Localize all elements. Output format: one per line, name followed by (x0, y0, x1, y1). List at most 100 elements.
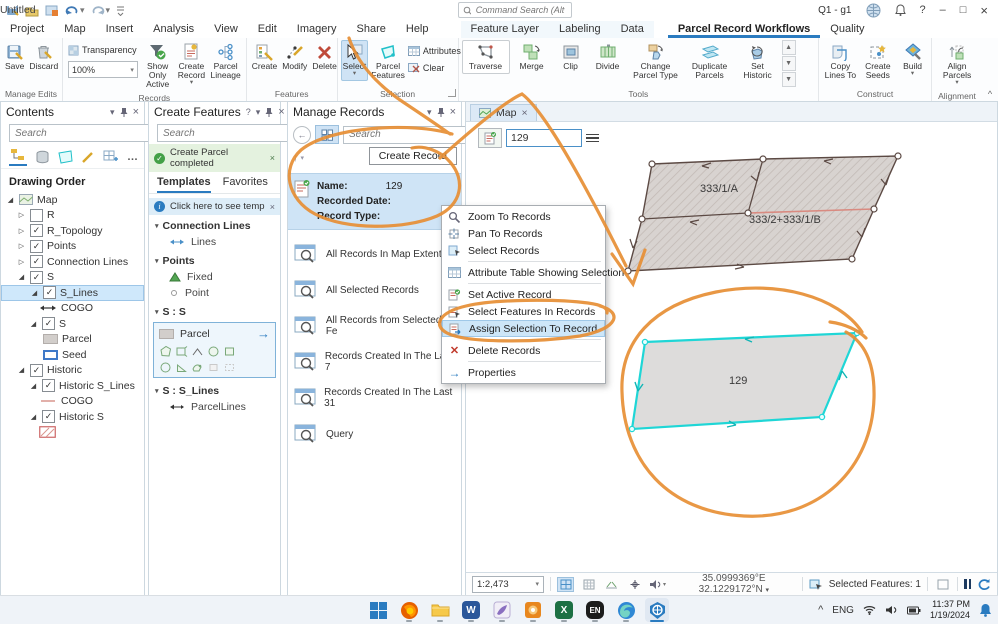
expand-icon[interactable]: ▷ (17, 258, 26, 266)
close-view-icon[interactable]: × (521, 107, 527, 119)
layer-checkbox[interactable]: ✓ (30, 239, 43, 253)
layer-map[interactable]: ◢ Map (1, 192, 144, 208)
taskbar-edge[interactable] (614, 598, 638, 622)
create-record-ribbon-button[interactable]: Create Record ▾ (175, 40, 207, 90)
transparency-value-combo[interactable]: 100% ▾ (67, 61, 138, 78)
clock[interactable]: 11:37 PM 1/19/2024 (930, 599, 970, 621)
expand-icon[interactable]: ◢ (17, 366, 26, 374)
group-s-slines[interactable]: ▾ S : S_Lines (149, 380, 280, 399)
menu-zoom-to-records[interactable]: Zoom To Records (442, 208, 605, 225)
gallery-up-icon[interactable]: ▲ (781, 40, 796, 55)
query-all-records-from-selected-features[interactable]: All Records from Selected Fe (288, 308, 461, 344)
minimize-button[interactable]: – (940, 4, 946, 16)
undo-button[interactable]: ▾ (65, 4, 85, 16)
create-feature-button[interactable]: Create (250, 40, 280, 74)
pin-icon[interactable] (120, 107, 128, 117)
tab-project[interactable]: Project (0, 21, 54, 38)
transparency-toggle[interactable]: Transparency (68, 43, 138, 57)
layer-checkbox[interactable]: ✓ (30, 255, 43, 269)
portal-globe-icon[interactable] (866, 3, 881, 18)
view-records-grid-button[interactable] (315, 125, 339, 144)
parcel-template-card[interactable]: Parcel → (153, 322, 276, 378)
volume-icon[interactable] (885, 605, 898, 615)
query-all-selected-records[interactable]: All Selected Records (288, 272, 461, 308)
tab-imagery[interactable]: Imagery (287, 21, 347, 38)
map-scale-combo[interactable]: 1:2,473 ▾ (472, 575, 544, 593)
template-fixed[interactable]: Fixed (149, 269, 280, 285)
expand-icon[interactable]: ◢ (29, 320, 38, 328)
query-all-records-in-map-extent[interactable]: All Records In Map Extent (288, 236, 461, 272)
layer-checkbox[interactable]: ✓ (30, 270, 43, 284)
polygon-tool-icon[interactable] (159, 345, 172, 358)
duplicate-parcels-button[interactable]: Duplicate Parcels (685, 40, 735, 83)
template-point[interactable]: Point (149, 285, 280, 301)
freehand-tool-icon[interactable] (191, 361, 204, 374)
menu-delete-records[interactable]: ✕ Delete Records (442, 342, 605, 359)
tab-data[interactable]: Data (610, 21, 654, 38)
redo-button[interactable]: ▾ (91, 4, 110, 16)
ellipse-tool-icon[interactable] (159, 361, 172, 374)
layer-checkbox[interactable]: ✓ (30, 363, 43, 377)
tab-quality[interactable]: Quality (820, 21, 874, 38)
tools-gallery-scroll[interactable]: ▲ ▼ ▼ (781, 40, 796, 87)
clear-selection-button[interactable]: Clear (407, 61, 461, 75)
help-icon[interactable]: ? (246, 107, 251, 117)
restore-button[interactable]: □ (960, 4, 967, 16)
selected-features-count[interactable]: Selected Features: 1 (829, 579, 921, 590)
parcel-lineage-button[interactable]: Parcel Lineage (208, 40, 242, 83)
taskbar-file-explorer[interactable] (428, 598, 452, 622)
tab-help[interactable]: Help (396, 21, 439, 38)
contents-search[interactable] (9, 124, 167, 142)
customize-qat-icon[interactable] (116, 5, 125, 16)
tab-view[interactable]: View (204, 21, 248, 38)
rectangle-tool-icon[interactable] (223, 345, 236, 358)
grid-icon[interactable] (580, 577, 597, 592)
layer-s-group[interactable]: ◢ ✓ S (1, 270, 144, 286)
modify-feature-button[interactable]: Modify (280, 40, 309, 74)
start-button[interactable] (366, 598, 390, 622)
autocomplete-tool-icon[interactable] (175, 345, 188, 358)
taskbar-word[interactable]: W (459, 598, 483, 622)
tab-map[interactable]: Map (54, 21, 95, 38)
layer-checkbox[interactable]: ✓ (42, 379, 55, 393)
expand-icon[interactable]: ◢ (29, 382, 38, 390)
expand-icon[interactable]: ◢ (6, 196, 15, 204)
clip-button[interactable]: Clip (554, 40, 588, 74)
copy-lines-to-button[interactable]: Copy Lines To (822, 40, 858, 83)
snapping-toggle-icon[interactable] (557, 576, 574, 592)
query-records-created-last-7[interactable]: Records Created In The Last 7 (288, 344, 461, 380)
command-search[interactable] (458, 2, 572, 18)
divide-button[interactable]: Divide (589, 40, 627, 74)
query-records-created-last-31[interactable]: Records Created In The Last 31 (288, 380, 461, 416)
panel-menu-icon[interactable]: ▾ (427, 107, 432, 118)
language-indicator[interactable]: ENG (832, 605, 854, 616)
collapse-ribbon-button[interactable]: ^ (982, 38, 998, 101)
expand-icon[interactable]: ▷ (17, 227, 26, 235)
list-by-drawing-order-icon[interactable] (9, 148, 27, 166)
list-by-data-source-icon[interactable] (35, 150, 50, 164)
layer-checkbox[interactable]: ✓ (30, 224, 43, 238)
layer-historic-s[interactable]: ◢ ✓ Historic S (1, 409, 144, 425)
tab-insert[interactable]: Insert (96, 21, 144, 38)
battery-icon[interactable] (906, 606, 921, 615)
expand-icon[interactable]: ◢ (30, 289, 39, 297)
more-options-icon[interactable]: … (127, 151, 138, 163)
menu-attribute-table[interactable]: Attribute Table Showing Selection (442, 264, 624, 281)
crosshair-icon[interactable] (626, 577, 643, 592)
list-by-selection-icon[interactable] (58, 150, 73, 164)
back-button[interactable]: ← (293, 125, 311, 144)
expand-icon[interactable]: ▷ (17, 242, 26, 250)
close-button[interactable]: × (980, 3, 988, 18)
group-s-s[interactable]: ▾ S : S (149, 301, 280, 320)
pause-drawing-icon[interactable] (964, 579, 971, 589)
dismiss-banner-icon[interactable]: × (270, 202, 275, 212)
tab-labeling[interactable]: Labeling (548, 21, 611, 38)
layer-historic-s-lines[interactable]: ◢ ✓ Historic S_Lines (1, 378, 144, 394)
query-custom[interactable]: Query (288, 416, 461, 452)
wifi-icon[interactable] (863, 605, 876, 615)
panel-menu-icon[interactable]: ▾ (256, 107, 261, 118)
create-seeds-button[interactable]: Create Seeds (860, 40, 896, 83)
tab-parcel-record-workflows[interactable]: Parcel Record Workflows (667, 21, 821, 38)
menu-select-features-in-records[interactable]: Select Features In Records (442, 303, 605, 320)
close-panel-icon[interactable]: × (450, 106, 456, 118)
